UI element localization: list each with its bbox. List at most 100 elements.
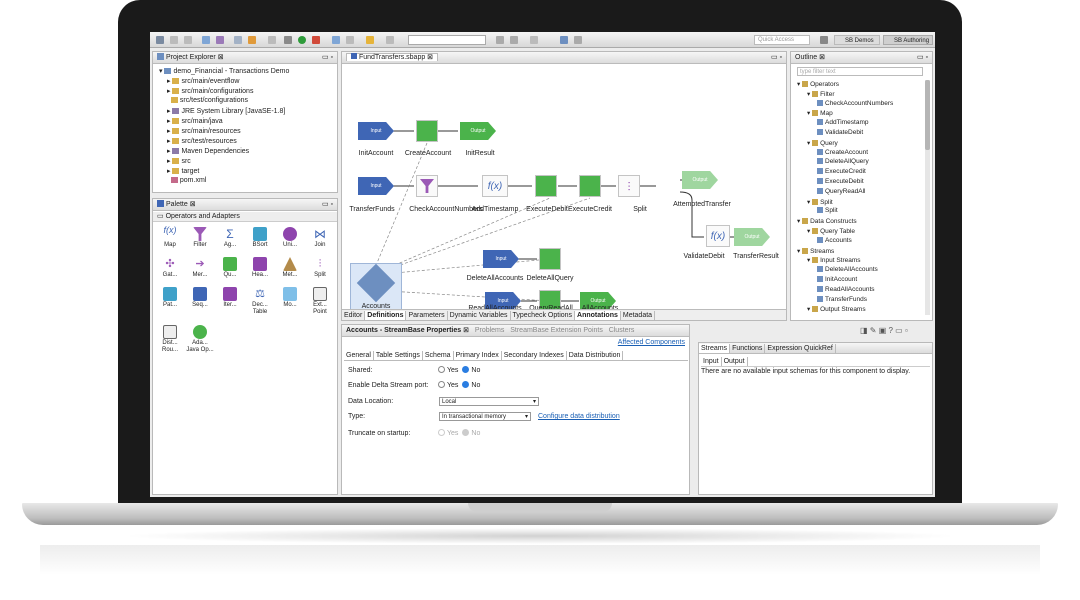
palette-item-iterate[interactable]: Iter...	[216, 287, 244, 309]
open-type-icon[interactable]	[332, 36, 340, 44]
outline-item[interactable]: Accounts	[817, 236, 852, 244]
outline-item[interactable]: TransferFunds	[817, 295, 867, 303]
outline-item[interactable]: DeleteAllQuery	[817, 158, 869, 165]
subtab-output[interactable]: Output	[722, 357, 748, 366]
outline-item[interactable]: ExecuteDebit	[817, 178, 864, 185]
tab-definitions[interactable]: Definitions	[365, 311, 407, 320]
palette-item-join[interactable]: ⋈ Join	[306, 227, 334, 249]
palette-item-bsort[interactable]: BSort	[246, 227, 274, 249]
outline-filter-input[interactable]: type filter text	[797, 67, 923, 76]
outline-item[interactable]: ▾ Operators	[797, 80, 839, 88]
outline-item[interactable]: ▾ Split	[807, 198, 833, 206]
palette-item-distributed-router[interactable]: Dist... Rou...	[156, 325, 184, 354]
palette-item-extension-point[interactable]: Ext... Point	[306, 287, 334, 316]
tree-item-src[interactable]: ▸ src	[167, 157, 191, 165]
tab-streams[interactable]: Streams	[699, 344, 731, 353]
editor-tab[interactable]: FundTransfers.sbapp ⊠	[346, 53, 439, 61]
zoom-out-icon[interactable]	[510, 36, 518, 44]
outline-item[interactable]: CreateAccount	[817, 148, 868, 156]
map-operator-icon[interactable]: f(x)	[482, 175, 508, 197]
minimize-icon[interactable]: ▭ ▫	[322, 53, 333, 61]
tree-item-target[interactable]: ▸ target	[167, 167, 199, 175]
palette-item-sequence[interactable]: Seq...	[186, 287, 214, 309]
wand-icon[interactable]	[248, 36, 256, 44]
outline-item[interactable]: ▾ Query Table	[807, 227, 855, 235]
palette-item-query[interactable]: Qu...	[216, 257, 244, 279]
tree-item-test-configurations[interactable]: src/test/configurations	[167, 97, 248, 104]
tab-typecheck-options[interactable]: Typecheck Options	[511, 311, 576, 320]
properties-tab-clusters[interactable]: Clusters	[609, 327, 635, 334]
forward-icon[interactable]	[386, 36, 394, 44]
palette-item-union[interactable]: Uni...	[276, 227, 304, 249]
palette-item-pattern[interactable]: Pat...	[156, 287, 184, 309]
outline-item[interactable]: ▾ Output Streams	[807, 305, 866, 313]
tree-item-maven[interactable]: ▸ Maven Dependencies	[167, 147, 249, 155]
palette-item-map[interactable]: f(x) Map	[156, 226, 184, 249]
properties-window-controls[interactable]: ◨ ✎ ▣ ? ▭ ▫	[860, 326, 908, 335]
affected-components-link[interactable]: Affected Components	[618, 339, 685, 346]
data-location-select[interactable]: Local ▾	[439, 397, 539, 406]
properties-tab-accounts[interactable]: Accounts - StreamBase Properties	[346, 327, 461, 334]
external-tools-icon[interactable]	[312, 36, 320, 44]
query-operator-icon[interactable]	[416, 120, 438, 142]
palette-item-heartbeat[interactable]: Hea...	[246, 257, 274, 279]
outline-item[interactable]: Split	[817, 207, 838, 214]
palette-item-merge[interactable]: ➔ Mer...	[186, 257, 214, 279]
query-operator-icon[interactable]	[579, 175, 601, 197]
properties-tab-extension-points[interactable]: StreamBase Extension Points	[510, 327, 603, 334]
palette-item-metronome[interactable]: Met...	[276, 257, 304, 279]
save-icon[interactable]	[170, 36, 178, 44]
properties-tab-problems[interactable]: Problems	[475, 327, 505, 334]
layout-icon[interactable]	[530, 36, 538, 44]
outline-item[interactable]: ▾ Data Constructs	[797, 217, 857, 225]
tab-functions[interactable]: Functions	[730, 344, 766, 353]
build-icon[interactable]	[216, 36, 224, 44]
outline-scrollbar[interactable]	[925, 80, 930, 315]
perspective-sb-demos[interactable]: SB Demos	[834, 35, 880, 45]
outline-item[interactable]: ValidateDebit	[817, 129, 863, 136]
tab-parameters[interactable]: Parameters	[406, 311, 448, 320]
tree-item-project[interactable]: ▾ demo_Financial - Transactions Demo	[159, 67, 289, 75]
outline-item[interactable]: ▾ Streams	[797, 247, 834, 255]
quick-access-input[interactable]: Quick Access	[754, 35, 810, 45]
outline-item[interactable]: DeleteAllAccounts	[817, 266, 878, 273]
tree-item-java[interactable]: ▸ src/main/java	[167, 117, 223, 125]
outline-item[interactable]: InitAccount	[817, 276, 857, 283]
type-select[interactable]: In transactional memory ▾	[439, 412, 531, 421]
outline-item[interactable]: AddTimestamp	[817, 119, 868, 126]
outline-item[interactable]: ▾ Filter	[807, 90, 835, 98]
tab-general[interactable]: General	[344, 351, 374, 360]
project-icon[interactable]	[202, 36, 210, 44]
palette-item-aggregate[interactable]: Σ Ag...	[216, 227, 244, 249]
palette-item-decision-table[interactable]: ⚖ Dec... Table	[246, 287, 274, 316]
truncate-yes-radio[interactable]	[438, 429, 445, 436]
palette-section-header[interactable]: ▭ Operators and Adapters	[153, 212, 337, 222]
tree-item-jre[interactable]: ▸ JRE System Library [JavaSE-1.8]	[167, 107, 285, 115]
tab-expression-quickref[interactable]: Expression QuickRef	[765, 344, 836, 353]
outline-item[interactable]: CheckAccountNumbers	[817, 99, 893, 107]
tree-item-main-resources[interactable]: ▸ src/main/resources	[167, 127, 241, 135]
tab-table-settings[interactable]: Table Settings	[373, 351, 423, 360]
eventflow-canvas[interactable]: Input InitAccount CreateAccount Output I…	[342, 65, 786, 315]
open-perspective-icon[interactable]	[820, 36, 828, 44]
outline-item[interactable]: QueryReadAll	[817, 187, 865, 195]
check-icon[interactable]	[574, 36, 582, 44]
filter-operator-icon[interactable]	[416, 175, 438, 197]
tree-item-main-configurations[interactable]: ▸ src/main/configurations	[167, 87, 253, 95]
palette-item-gather[interactable]: ✣ Gat...	[156, 257, 184, 279]
palette-item-filter[interactable]: Filter	[186, 227, 214, 249]
configure-data-distribution-link[interactable]: Configure data distribution	[538, 413, 620, 420]
print-icon[interactable]	[184, 36, 192, 44]
tab-primary-index[interactable]: Primary Index	[454, 351, 502, 360]
outline-window-controls[interactable]: ▭ ▫	[917, 53, 928, 61]
delta-no-radio[interactable]	[462, 381, 470, 388]
back-icon[interactable]	[366, 36, 374, 44]
zoom-in-icon[interactable]	[496, 36, 504, 44]
tree-item-pom[interactable]: pom.xml	[167, 177, 206, 184]
tab-data-distribution[interactable]: Data Distribution	[567, 351, 624, 360]
tool-icon[interactable]	[234, 36, 242, 44]
delta-yes-radio[interactable]	[438, 381, 445, 388]
tab-editor[interactable]: Editor	[342, 311, 366, 320]
debug-icon[interactable]	[284, 36, 292, 44]
perspective-sb-authoring[interactable]: SB Authoring	[883, 35, 933, 45]
